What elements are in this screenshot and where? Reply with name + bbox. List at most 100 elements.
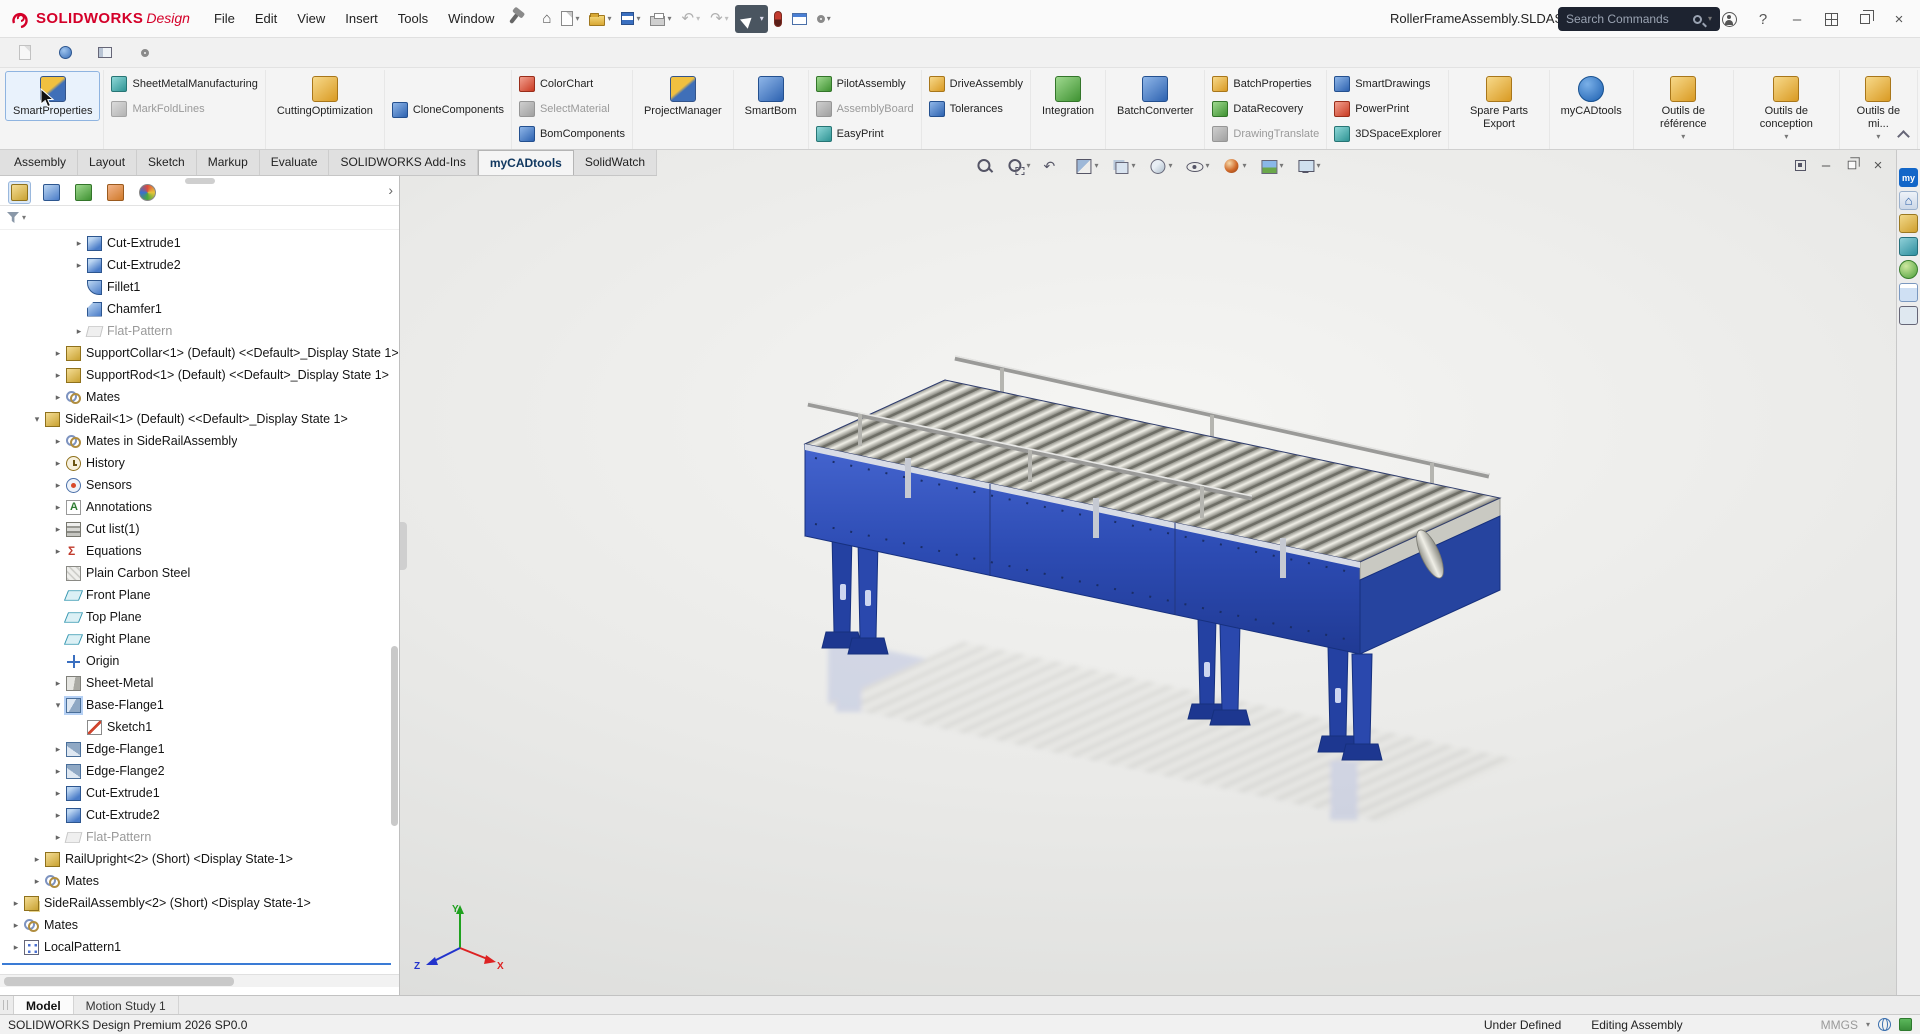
tree-item-plain-carbon-steel[interactable]: Plain Carbon Steel — [0, 562, 399, 584]
displaymanager-tab-tab[interactable] — [40, 181, 63, 204]
batchconverter-button[interactable]: BatchConverter — [1109, 71, 1201, 121]
tree-item-mates[interactable]: ▸Mates — [0, 386, 399, 408]
tree-item-siderail-1-default-default-display-state-1[interactable]: ▾SideRail<1> (Default) <<Default>_Displa… — [0, 408, 399, 430]
tree-item-sensors[interactable]: ▸Sensors — [0, 474, 399, 496]
dropdown-caret-icon[interactable]: ▾ — [827, 15, 831, 23]
preview-button[interactable] — [52, 41, 78, 65]
dropdown-caret-icon[interactable]: ▾ — [760, 15, 764, 23]
tree-item-edge-flange2[interactable]: ▸Edge-Flange2 — [0, 760, 399, 782]
datarecovery-button[interactable]: DataRecovery — [1208, 96, 1323, 121]
outils-de-r-f-rence-button[interactable]: Outils de référence▾ — [1637, 71, 1730, 144]
dropdown-caret-icon[interactable]: ▾ — [667, 15, 671, 23]
pilotassembly-button[interactable]: PilotAssembly — [812, 71, 918, 96]
tree-item-right-plane[interactable]: Right Plane — [0, 628, 399, 650]
tab-layout[interactable]: Layout — [78, 150, 137, 175]
previous-view-button[interactable]: ↶ — [1041, 155, 1063, 177]
tree-item-mates[interactable]: ▸Mates — [0, 870, 399, 892]
powerprint-button[interactable]: PowerPrint — [1330, 96, 1445, 121]
driveassembly-button[interactable]: DriveAssembly — [925, 71, 1027, 96]
tab-markup[interactable]: Markup — [197, 150, 260, 175]
home-panel-icon[interactable]: ⌂ — [1899, 191, 1918, 210]
dropdown-caret-icon[interactable]: ▾ — [1280, 162, 1284, 170]
options-gear-button[interactable]: ▾ — [813, 5, 835, 33]
tree-item-localpattern1[interactable]: ▸LocalPattern1 — [0, 936, 399, 958]
integration-button[interactable]: Integration — [1034, 71, 1102, 121]
tab-bar-gripper[interactable] — [0, 996, 14, 1014]
new-file-button[interactable]: ▾ — [557, 5, 583, 33]
search-input[interactable]: Search Commands ▾ — [1558, 7, 1720, 31]
close-doc-button[interactable]: × — [1868, 155, 1888, 175]
undo-button[interactable]: ↶▾ — [678, 5, 705, 33]
tree-collapsed-arrow-icon[interactable]: ▸ — [50, 546, 66, 557]
hide-show-items-button[interactable]: ▾ — [1184, 155, 1212, 177]
tolerances-button[interactable]: Tolerances — [925, 96, 1027, 121]
save-button[interactable]: ▾ — [617, 5, 644, 33]
tree-item-siderailassembly-2-short-display-state-1[interactable]: ▸SideRailAssembly<2> (Short) <Display St… — [0, 892, 399, 914]
tree-item-sketch1[interactable]: Sketch1 — [0, 716, 399, 738]
tree-collapsed-arrow-icon[interactable]: ▸ — [50, 502, 66, 513]
tree-item-railupright-2-short-display-state-1[interactable]: ▸RailUpright<2> (Short) <Display State-1… — [0, 848, 399, 870]
cuttingoptimization-button[interactable]: CuttingOptimization — [269, 71, 381, 121]
dropdown-caret-icon[interactable]: ▾ — [575, 15, 579, 23]
search-icon[interactable] — [1693, 15, 1702, 24]
close-button[interactable]: × — [1884, 4, 1914, 34]
tree-item-cut-list-1[interactable]: ▸Cut list(1) — [0, 518, 399, 540]
restore-doc-button[interactable] — [1842, 155, 1862, 175]
smartproperties-button[interactable]: SmartProperties — [5, 71, 100, 121]
tree-collapsed-arrow-icon[interactable]: ▸ — [50, 810, 66, 821]
tree-item-equations[interactable]: ▸Equations — [0, 540, 399, 562]
tree-collapsed-arrow-icon[interactable]: ▸ — [50, 678, 66, 689]
filter-icon[interactable] — [7, 212, 19, 223]
tree-item-origin[interactable]: Origin — [0, 650, 399, 672]
units-caret-icon[interactable]: ▾ — [1866, 1021, 1870, 1029]
filter-caret-icon[interactable]: ▾ — [22, 214, 26, 222]
featuremanager-tab-tab[interactable] — [8, 181, 31, 204]
help-button[interactable]: ? — [1748, 4, 1778, 34]
dropdown-caret-icon[interactable]: ▾ — [1094, 162, 1098, 170]
avatar-button[interactable] — [1714, 4, 1744, 34]
document-button[interactable] — [12, 41, 38, 65]
tree-item-fillet1[interactable]: Fillet1 — [0, 276, 399, 298]
tree-item-cut-extrude1[interactable]: ▸Cut-Extrude1 — [0, 232, 399, 254]
appearances-tab-tab[interactable] — [136, 181, 159, 204]
tree-collapsed-arrow-icon[interactable]: ▸ — [8, 942, 24, 953]
tree-collapsed-arrow-icon[interactable]: ▸ — [50, 436, 66, 447]
menu-view[interactable]: View — [287, 0, 335, 38]
mycad-panel-icon[interactable]: my — [1899, 168, 1918, 187]
tree-item-chamfer1[interactable]: Chamfer1 — [0, 298, 399, 320]
tree-item-supportrod-1-default-default-display-state-1[interactable]: ▸SupportRod<1> (Default) <<Default>_Disp… — [0, 364, 399, 386]
tree-item-flat-pattern[interactable]: ▸Flat-Pattern — [0, 320, 399, 342]
tree-collapsed-arrow-icon[interactable]: ▸ — [50, 524, 66, 535]
configurationmanager-tab-tab[interactable] — [104, 181, 127, 204]
toolbox-icon[interactable] — [1899, 214, 1918, 233]
scene-icon[interactable] — [1899, 260, 1918, 279]
tree-collapsed-arrow-icon[interactable]: ▸ — [8, 898, 24, 909]
tree-collapsed-arrow-icon[interactable]: ▸ — [71, 326, 87, 337]
restore-button[interactable] — [1850, 4, 1880, 34]
clonecomponents-button[interactable]: CloneComponents — [388, 97, 508, 122]
view-orientation-button[interactable]: ▾ — [1109, 155, 1137, 177]
bomcomponents-button[interactable]: BomComponents — [515, 121, 629, 146]
display-icon[interactable] — [1899, 306, 1918, 325]
view-settings-button[interactable]: ▾ — [1295, 155, 1323, 177]
layout-grid-button[interactable] — [1816, 4, 1846, 34]
tree-item-sheet-metal[interactable]: ▸Sheet-Metal — [0, 672, 399, 694]
tree-collapsed-arrow-icon[interactable]: ▸ — [50, 370, 66, 381]
projectmanager-button[interactable]: ProjectManager — [636, 71, 730, 121]
tab-motion-study-1[interactable]: Motion Study 1 — [74, 996, 179, 1014]
tab-mycadtools[interactable]: myCADtools — [478, 150, 574, 175]
dropdown-caret-icon[interactable]: ▾ — [636, 15, 640, 23]
panel-expand-icon[interactable]: › — [388, 182, 393, 198]
tree-collapsed-arrow-icon[interactable]: ▸ — [50, 480, 66, 491]
menu-file[interactable]: File — [204, 0, 245, 38]
search-caret-icon[interactable]: ▾ — [1708, 15, 1712, 23]
smartdrawings-button[interactable]: SmartDrawings — [1330, 71, 1445, 96]
tree-collapsed-arrow-icon[interactable]: ▸ — [50, 766, 66, 777]
scrollbar-thumb[interactable] — [4, 977, 234, 986]
menu-window[interactable]: Window — [438, 0, 504, 38]
batchproperties-button[interactable]: BatchProperties — [1208, 71, 1323, 96]
tab-solidwatch[interactable]: SolidWatch — [574, 150, 657, 175]
tree-item-flat-pattern[interactable]: ▸Flat-Pattern — [0, 826, 399, 848]
dropdown-caret-icon[interactable]: ▾ — [1206, 162, 1210, 170]
documents-icon[interactable] — [1899, 283, 1918, 302]
